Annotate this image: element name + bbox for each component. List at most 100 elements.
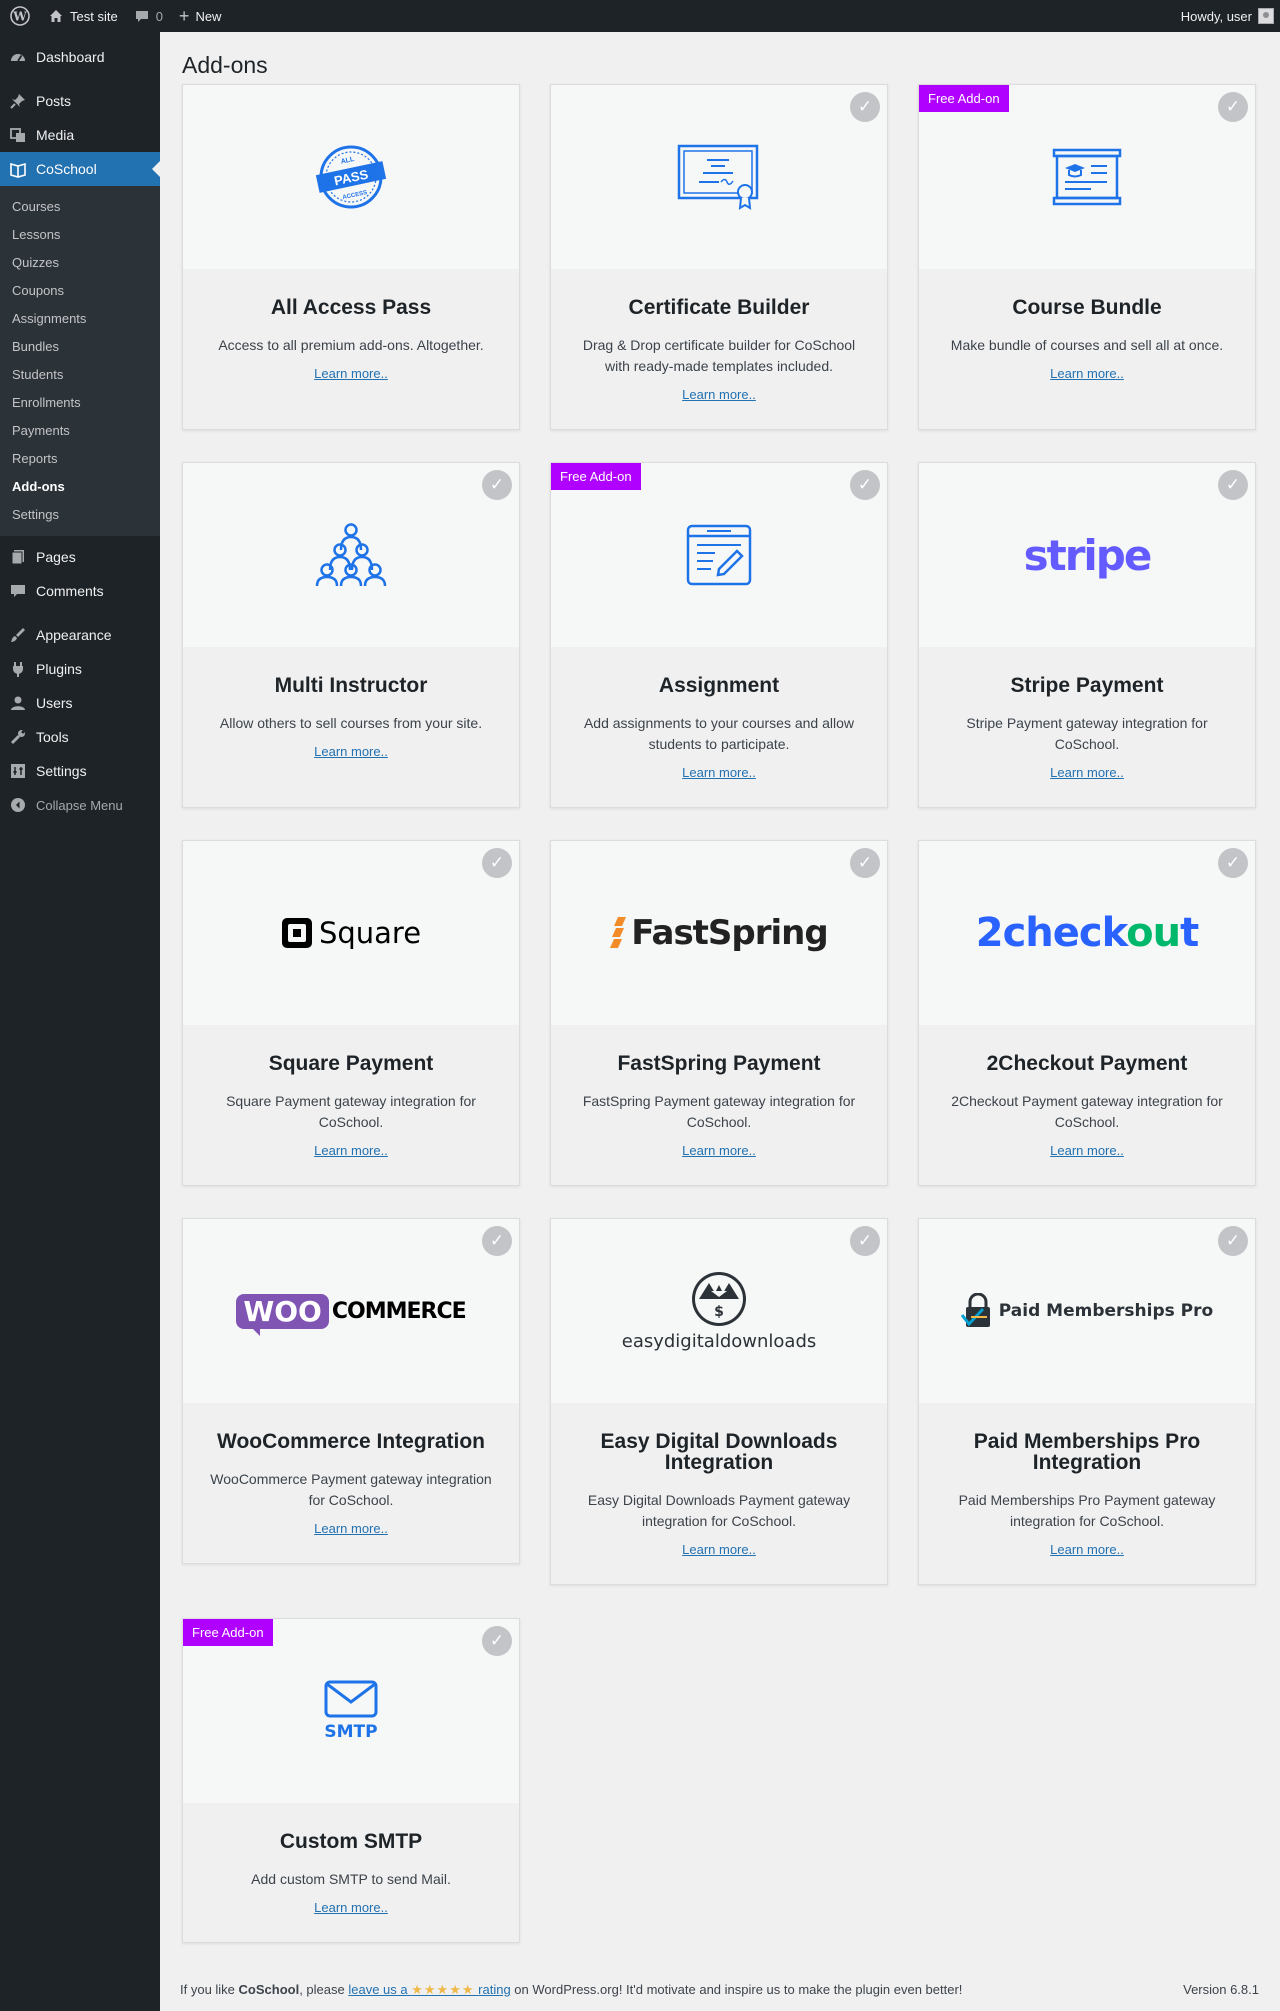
sidebar-item-pages[interactable]: Pages <box>0 540 160 574</box>
addon-description: Make bundle of courses and sell all at o… <box>950 337 1224 353</box>
submenu-item-bundles[interactable]: Bundles <box>0 333 160 361</box>
installed-check-icon[interactable]: ✓ <box>482 1226 512 1256</box>
addon-title-assignment: Assignment <box>658 674 780 697</box>
coschool-submenu: Courses Lessons Quizzes Coupons Assignments B… <box>0 186 160 536</box>
installed-check-icon[interactable]: ✓ <box>1218 92 1248 122</box>
sidebar-item-dashboard[interactable]: Dashboard <box>0 40 160 74</box>
learn-more-link-stripe-payment[interactable]: Learn more.. <box>1050 765 1124 780</box>
submenu-item-assignments[interactable]: Assignments <box>0 305 160 333</box>
collapse-menu-button[interactable]: Collapse Menu <box>0 788 160 822</box>
addon-description: Add assignments to your courses and allo… <box>583 715 855 752</box>
bundle-icon <box>1051 146 1123 208</box>
edd-logo-text: easydigitaldownloads <box>621 1330 817 1352</box>
learn-more-link-easy-digital-downloads-integration[interactable]: Learn more.. <box>682 1542 756 1557</box>
learn-more-link-course-bundle[interactable]: Learn more.. <box>1050 366 1124 381</box>
addon-card: Free Add-on ✓ Assignment Add assignments… <box>550 462 888 808</box>
installed-check-icon[interactable]: ✓ <box>1218 848 1248 878</box>
installed-check-icon[interactable]: ✓ <box>482 1626 512 1656</box>
addon-card-header: Free Add-on ✓ SMTP <box>183 1619 519 1803</box>
learn-more-link-2checkout-payment[interactable]: Learn more.. <box>1050 1143 1124 1158</box>
mail-icon <box>324 1680 378 1718</box>
learn-more-link-assignment[interactable]: Learn more.. <box>682 765 756 780</box>
sidebar-item-label: Posts <box>36 93 72 109</box>
rating-link[interactable]: leave us a ★★★★★ rating <box>348 1982 510 1997</box>
learn-more-link-paid-memberships-pro-integration[interactable]: Learn more.. <box>1050 1542 1124 1557</box>
sidebar-item-appearance[interactable]: Appearance <box>0 618 160 652</box>
2checkout-logo-text: t <box>1180 910 1199 956</box>
addon-card-header: Free Add-on ✓ <box>551 463 887 647</box>
installed-check-icon[interactable]: ✓ <box>850 92 880 122</box>
comment-icon <box>135 11 148 22</box>
page-title: Add-ons <box>182 52 268 78</box>
sidebar-item-label: Users <box>36 695 73 711</box>
sidebar-item-comments[interactable]: Comments <box>0 574 160 608</box>
submenu-item-add-ons[interactable]: Add-ons <box>0 473 160 501</box>
installed-check-icon[interactable]: ✓ <box>482 848 512 878</box>
pass-logo: PASS ALL ACCESS <box>311 142 391 212</box>
my-account-menu[interactable]: Howdy, user <box>1173 0 1280 32</box>
submenu-item-quizzes[interactable]: Quizzes <box>0 249 160 277</box>
site-name-link[interactable]: Test site <box>40 0 126 32</box>
submenu-item-students[interactable]: Students <box>0 361 160 389</box>
installed-check-icon[interactable]: ✓ <box>850 1226 880 1256</box>
learn-more-link-square-payment[interactable]: Learn more.. <box>314 1143 388 1158</box>
submenu-item-enrollments[interactable]: Enrollments <box>0 389 160 417</box>
addon-card-body: Stripe Payment Stripe Payment gateway in… <box>919 647 1255 782</box>
installed-check-icon[interactable]: ✓ <box>1218 1226 1248 1256</box>
learn-more-link-woocommerce-integration[interactable]: Learn more.. <box>314 1521 388 1536</box>
addon-card-header: PASS ALL ACCESS <box>183 85 519 269</box>
addon-card: ✓ Certificate Builder Drag & Drop certif… <box>550 84 888 430</box>
footer-brand: CoSchool <box>238 1982 300 1997</box>
sidebar-item-tools[interactable]: Tools <box>0 720 160 754</box>
installed-check-icon[interactable]: ✓ <box>482 470 512 500</box>
submenu-item-reports[interactable]: Reports <box>0 445 160 473</box>
wordpress-icon: W <box>10 6 30 26</box>
svg-text:$: $ <box>714 1304 724 1320</box>
pmp-logo-text: Paid Memberships Pro <box>998 1301 1214 1321</box>
addon-title-2checkout-payment: 2Checkout Payment <box>986 1052 1188 1075</box>
footer-text: , please <box>299 1982 349 1997</box>
learn-more-link-certificate-builder[interactable]: Learn more.. <box>682 387 756 402</box>
settings-icon <box>8 761 28 781</box>
submenu-item-settings[interactable]: Settings <box>0 501 160 529</box>
sidebar-item-coschool[interactable]: CoSchool <box>0 152 160 186</box>
addon-card-header: ✓ $ easydigitaldownloads <box>551 1219 887 1403</box>
addon-description: WooCommerce Payment gateway integration … <box>210 1471 492 1508</box>
sidebar-item-settings[interactable]: Settings <box>0 754 160 788</box>
submenu-item-payments[interactable]: Payments <box>0 417 160 445</box>
book-icon <box>8 159 28 179</box>
installed-check-icon[interactable]: ✓ <box>850 470 880 500</box>
wordpress-logo-button[interactable]: W <box>0 0 40 32</box>
learn-more-link-all-access-pass[interactable]: Learn more.. <box>314 366 388 381</box>
addon-description: Access to all premium add-ons. Altogethe… <box>218 337 484 353</box>
addon-card-header: ✓ <box>551 85 887 269</box>
learn-more-link-multi-instructor[interactable]: Learn more.. <box>314 744 388 759</box>
learn-more-link-fastspring-payment[interactable]: Learn more.. <box>682 1143 756 1158</box>
addon-title-fastspring-payment: FastSpring Payment <box>617 1052 821 1075</box>
sidebar-item-posts[interactable]: Posts <box>0 84 160 118</box>
sidebar-item-users[interactable]: Users <box>0 686 160 720</box>
addon-card-body: Paid Memberships Pro Integration Paid Me… <box>919 1403 1255 1559</box>
comments-link[interactable]: 0 <box>126 0 171 32</box>
sidebar-item-media[interactable]: Media <box>0 118 160 152</box>
installed-check-icon[interactable]: ✓ <box>850 848 880 878</box>
square-icon <box>281 918 312 948</box>
addon-card: ✓ $ easydigitaldownloads Easy Digital Dow… <box>550 1218 888 1585</box>
addon-card-header: ✓ WOO COMMERCE <box>183 1219 519 1403</box>
addon-description: Paid Memberships Pro Payment gateway int… <box>958 1492 1216 1529</box>
installed-check-icon[interactable]: ✓ <box>1218 470 1248 500</box>
submenu-item-coupons[interactable]: Coupons <box>0 277 160 305</box>
edd-logo: $ easydigitaldownloads <box>621 1271 817 1352</box>
submenu-item-courses[interactable]: Courses <box>0 193 160 221</box>
2checkout-logo-text: 2check <box>975 910 1127 956</box>
collapse-icon <box>8 795 28 815</box>
addon-description: Allow others to sell courses from your s… <box>219 715 483 731</box>
addon-title-stripe-payment: Stripe Payment <box>1010 674 1164 697</box>
new-content-button[interactable]: + New <box>171 0 230 32</box>
addon-card: ✓ FastSpring FastSpring Payment FastSpri… <box>550 840 888 1186</box>
pass-logo-text: PASS <box>333 167 370 189</box>
learn-more-link-custom-smtp[interactable]: Learn more.. <box>314 1900 388 1915</box>
sidebar-item-plugins[interactable]: Plugins <box>0 652 160 686</box>
submenu-item-lessons[interactable]: Lessons <box>0 221 160 249</box>
addon-description: Add custom SMTP to send Mail. <box>251 1871 451 1887</box>
